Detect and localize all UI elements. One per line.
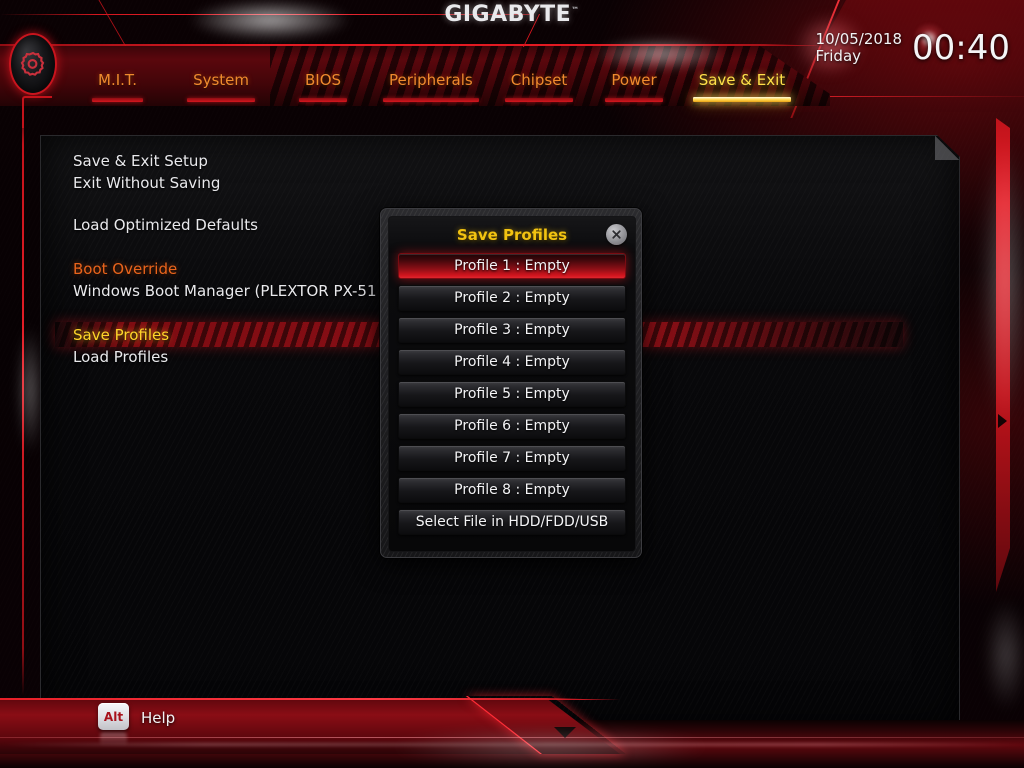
- dialog-inner: Save Profiles Profile 1 : Empty Profile …: [388, 216, 636, 552]
- main-tab-bar: M.I.T. System BIOS Peripherals Chipset P…: [0, 70, 836, 108]
- dialog-title: Save Profiles: [456, 226, 568, 244]
- profile-label: Profile 7 : Empty: [454, 450, 570, 466]
- menu-heading-label: Boot Override: [73, 260, 178, 278]
- profile-row-3[interactable]: Profile 3 : Empty: [398, 317, 626, 343]
- tab-label: M.I.T.: [98, 71, 138, 89]
- menu-item-label: Exit Without Saving: [73, 174, 221, 192]
- alt-key-icon: Alt: [98, 703, 129, 730]
- tab-underline: [92, 98, 144, 102]
- profile-row-8[interactable]: Profile 8 : Empty: [398, 477, 626, 503]
- help-label: Help: [141, 709, 176, 727]
- tab-underline: [299, 98, 348, 102]
- current-weekday: Friday: [815, 47, 862, 65]
- select-file-label: Select File in HDD/FDD/USB: [415, 514, 609, 530]
- profile-row-5[interactable]: Profile 5 : Empty: [398, 381, 626, 407]
- tab-system[interactable]: System: [181, 70, 261, 108]
- menu-item-exit-without-saving[interactable]: Exit Without Saving: [73, 172, 913, 194]
- menu-item-label: Save Profiles: [73, 326, 170, 344]
- brand-name: GIGABYTE: [444, 2, 572, 27]
- tab-underline: [383, 98, 479, 102]
- tab-label: Peripherals: [389, 71, 473, 89]
- trademark-symbol: ™: [571, 5, 580, 15]
- profile-list: Profile 1 : Empty Profile 2 : Empty Prof…: [389, 253, 635, 535]
- tab-label: Save & Exit: [698, 71, 786, 89]
- tab-bios[interactable]: BIOS: [293, 70, 353, 108]
- menu-item-label: Windows Boot Manager (PLEXTOR PX-51: [73, 282, 377, 300]
- tab-chipset[interactable]: Chipset: [499, 70, 580, 108]
- tab-underline: [605, 98, 663, 102]
- dialog-title-bar: Save Profiles: [389, 217, 635, 253]
- tab-label: System: [193, 71, 249, 89]
- profile-label: Profile 3 : Empty: [454, 322, 570, 338]
- tab-underline: [504, 98, 574, 102]
- profile-row-1[interactable]: Profile 1 : Empty: [398, 253, 626, 279]
- left-accent-elbow: [22, 96, 52, 128]
- current-date: 10/05/2018: [815, 30, 903, 49]
- bios-screen: GIGABYTE™ 10/05/2018 Friday 00:40 M.I.T.…: [0, 0, 1024, 768]
- profile-label: Profile 2 : Empty: [454, 290, 570, 306]
- close-icon[interactable]: [606, 224, 627, 245]
- tab-underline: [187, 98, 255, 102]
- tab-label: Chipset: [510, 71, 568, 89]
- profile-row-4[interactable]: Profile 4 : Empty: [398, 349, 626, 375]
- select-file-button[interactable]: Select File in HDD/FDD/USB: [398, 509, 626, 535]
- alt-key-reflection: [100, 732, 127, 746]
- save-profiles-dialog: Save Profiles Profile 1 : Empty Profile …: [380, 208, 642, 558]
- tab-peripherals[interactable]: Peripherals: [377, 70, 485, 108]
- header: GIGABYTE™ 10/05/2018 Friday 00:40 M.I.T.…: [0, 0, 1024, 118]
- alt-key-label: Alt: [103, 709, 124, 724]
- tab-label: Power: [611, 71, 657, 89]
- right-glow-upper: [960, 128, 1024, 568]
- profile-row-6[interactable]: Profile 6 : Empty: [398, 413, 626, 439]
- profile-label: Profile 1 : Empty: [454, 258, 570, 274]
- menu-item-label: Save & Exit Setup: [73, 152, 208, 170]
- profile-label: Profile 5 : Empty: [454, 386, 570, 402]
- profile-label: Profile 4 : Empty: [454, 354, 570, 370]
- footer-center-glow: [290, 708, 810, 768]
- profile-label: Profile 6 : Empty: [454, 418, 570, 434]
- profile-row-2[interactable]: Profile 2 : Empty: [398, 285, 626, 311]
- tab-label: BIOS: [305, 71, 342, 89]
- date-time-display: 10/05/2018 Friday 00:40: [816, 28, 1010, 68]
- footer: Alt Help: [0, 696, 1024, 768]
- current-time: 00:40: [912, 28, 1010, 68]
- menu-item-label: Load Optimized Defaults: [73, 216, 258, 234]
- profile-label: Profile 8 : Empty: [454, 482, 570, 498]
- tab-mit[interactable]: M.I.T.: [86, 70, 149, 108]
- menu-item-save-and-exit-setup[interactable]: Save & Exit Setup: [73, 150, 913, 172]
- profile-row-7[interactable]: Profile 7 : Empty: [398, 445, 626, 471]
- menu-item-label: Load Profiles: [73, 348, 169, 366]
- tab-power[interactable]: Power: [599, 70, 668, 108]
- gigabyte-logo: GIGABYTE™: [0, 2, 1024, 27]
- tab-underline-active: [692, 97, 792, 102]
- tab-save-and-exit[interactable]: Save & Exit: [687, 70, 797, 108]
